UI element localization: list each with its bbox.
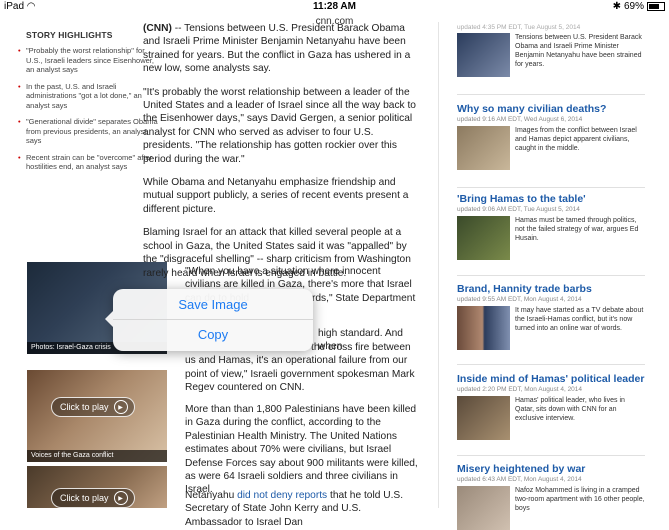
story-blurb: Images from the conflict between Israel … — [515, 127, 637, 152]
story-meta: updated 2:20 PM EDT, Mon August 4, 2014 — [457, 386, 583, 393]
article-paragraph: "It's probably the worst relationship be… — [143, 86, 416, 165]
article-paragraph-fragment: rds," State Department — [312, 293, 416, 304]
story-thumbnail[interactable] — [457, 216, 510, 260]
story-thumbnail[interactable] — [457, 396, 510, 440]
article-paragraph: Netanyahu did not deny reports that he t… — [185, 490, 404, 528]
popover-arrow — [105, 311, 113, 327]
article-paragraph: More than than 1,800 Palestinians have b… — [185, 404, 418, 496]
story-title[interactable]: Brand, Hannity trade barbs — [457, 283, 645, 295]
story-title[interactable]: 'Bring Hamas to the table' — [457, 193, 645, 205]
battery-fill — [649, 4, 659, 9]
divider — [457, 187, 645, 188]
story-title[interactable]: Why so many civilian deaths? — [457, 103, 645, 115]
story-meta: updated 9:06 AM EDT, Tue August 5, 2014 — [457, 206, 580, 213]
divider — [457, 275, 645, 276]
story-blurb: Tensions between U.S. President Barack O… — [515, 34, 642, 68]
highlight-item: In the past, U.S. and Israeli administra… — [18, 82, 158, 111]
article-paragraph: While Obama and Netanyahu emphasize frie… — [143, 177, 409, 215]
sidebar-story[interactable]: Inside mind of Hamas' political leader u… — [457, 373, 645, 440]
story-title[interactable]: Misery heightened by war — [457, 463, 645, 475]
sidebar-story[interactable]: Why so many civilian deaths? updated 9:1… — [457, 103, 645, 170]
divider — [457, 455, 645, 456]
inline-link[interactable]: did not deny reports — [237, 490, 327, 501]
story-meta: updated 9:16 AM EDT, Wed August 6, 2014 — [457, 116, 583, 123]
story-blurb: Hamas' political leader, who lives in Qa… — [515, 397, 625, 422]
divider — [457, 94, 645, 95]
divider — [457, 364, 645, 365]
play-icon: ▶ — [113, 491, 128, 505]
story-blurb: Nafoz Mohammed is living in a cramped tw… — [515, 487, 645, 512]
play-button[interactable]: Click to play ▶ — [51, 397, 135, 417]
battery-indicator: ✱ 69% — [613, 1, 665, 12]
column-divider — [438, 22, 439, 508]
story-thumbnail[interactable] — [457, 126, 510, 170]
video-tile[interactable]: Click to play ▶ Voices of the Gaza confli… — [27, 370, 167, 462]
story-blurb: Hamas must be tamed through politics, no… — [515, 217, 639, 242]
sidebar-story[interactable]: Tensions between U.S. President Barack O… — [457, 30, 645, 77]
battery-icon — [647, 2, 665, 11]
battery-percent: 69% — [623, 1, 644, 12]
article-body: (CNN) -- Tensions between U.S. President… — [143, 22, 419, 290]
highlight-item: "Probably the worst relationship" for U.… — [18, 46, 158, 75]
sidebar-story[interactable]: 'Bring Hamas to the table' updated 9:06 … — [457, 193, 645, 260]
play-icon: ▶ — [113, 400, 128, 414]
story-meta: updated 9:55 AM EDT, Mon August 4, 2014 — [457, 296, 582, 303]
bluetooth-icon: ✱ — [612, 1, 621, 12]
copy-button[interactable]: Copy — [113, 327, 313, 342]
clock: 11:28 AM — [313, 1, 356, 12]
image-context-menu: Save Image Copy — [105, 289, 313, 351]
menu-separator — [113, 319, 313, 320]
highlight-item: "Generational divide" separates Obama fr… — [18, 117, 158, 146]
sidebar-story[interactable]: Misery heightened by war updated 6:43 AM… — [457, 463, 645, 530]
story-title[interactable]: Inside mind of Hamas' political leader — [457, 373, 645, 385]
story-thumbnail[interactable] — [457, 306, 510, 350]
play-button[interactable]: Click to play ▶ — [51, 488, 135, 508]
highlight-item: Recent strain can be "overcome" after ho… — [18, 153, 158, 172]
story-thumbnail[interactable] — [457, 486, 510, 530]
video-caption: Voices of the Gaza conflict — [27, 450, 167, 462]
video-tile[interactable]: Click to play ▶ — [27, 466, 167, 508]
story-thumbnail[interactable] — [457, 33, 510, 77]
story-blurb: It may have started as a TV debate about… — [515, 307, 644, 332]
save-image-button[interactable]: Save Image — [113, 297, 313, 312]
article-paragraph: (CNN) -- Tensions between U.S. President… — [143, 23, 411, 75]
sidebar-story[interactable]: Brand, Hannity trade barbs updated 9:55 … — [457, 283, 645, 350]
status-bar: iPad ◠ 11:28 AM ✱ 69% — [0, 0, 669, 14]
story-meta: updated 6:43 AM EDT, Mon August 4, 2014 — [457, 476, 582, 483]
